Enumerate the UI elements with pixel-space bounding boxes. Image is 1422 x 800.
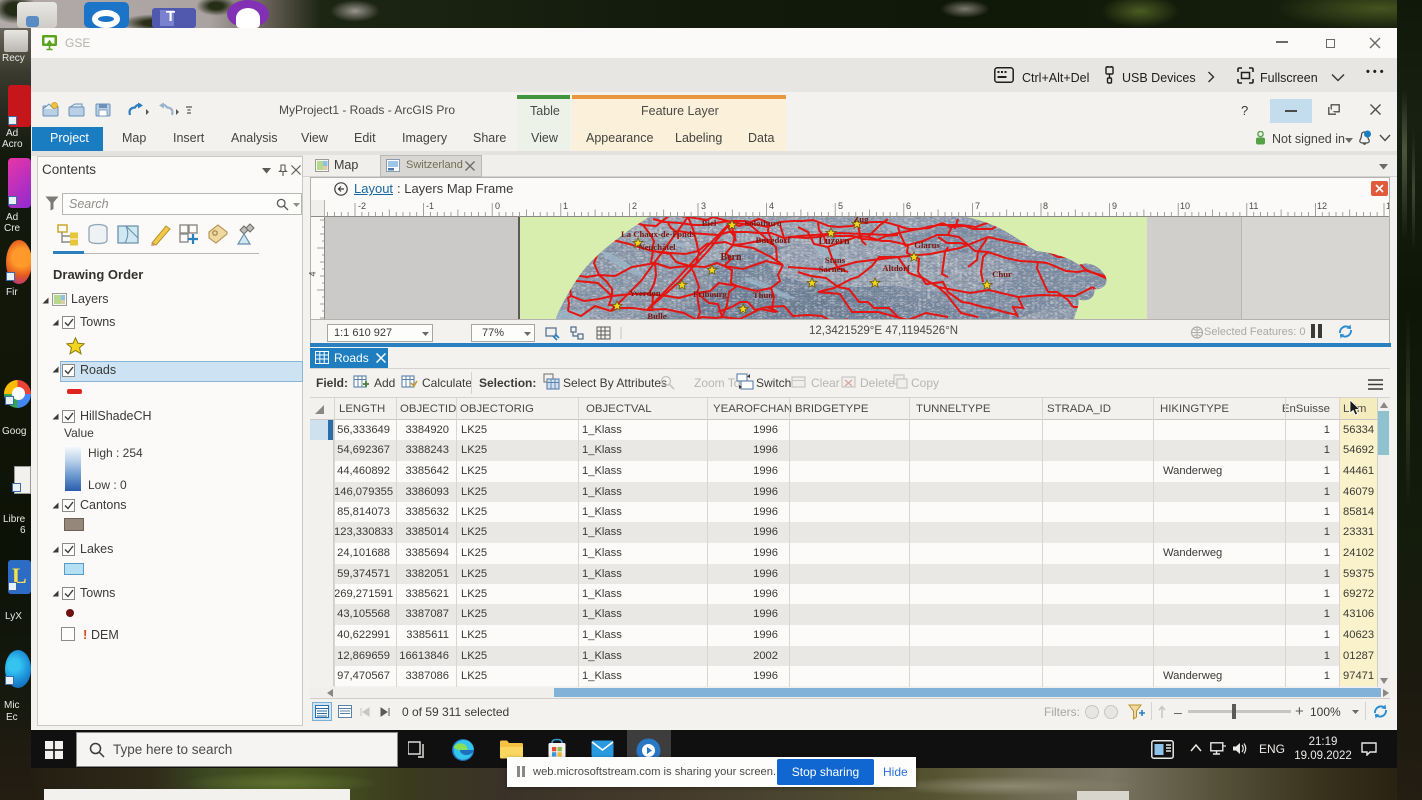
svg-text:Glarus: Glarus [914, 240, 940, 250]
svg-text:3: 3 [701, 201, 706, 211]
svg-text:Biel: Biel [702, 218, 717, 228]
svg-text:0: 0 [495, 201, 500, 211]
svg-text:11: 11 [1249, 201, 1258, 211]
svg-text:1: 1 [563, 201, 568, 211]
svg-text:Bulle: Bulle [647, 311, 666, 319]
svg-text:Zug: Zug [854, 217, 870, 224]
svg-text:Bern: Bern [720, 252, 742, 263]
svg-text:Altdorf: Altdorf [882, 263, 910, 273]
svg-text:-1: -1 [426, 201, 434, 211]
svg-text:12: 12 [1317, 201, 1327, 211]
svg-text:2: 2 [632, 201, 637, 211]
svg-text:Neuchâtel: Neuchâtel [638, 242, 676, 252]
svg-text:6: 6 [906, 201, 911, 211]
svg-text:Thun: Thun [753, 290, 773, 300]
svg-text:Fribourg: Fribourg [693, 289, 727, 299]
svg-text:Sarnen: Sarnen [819, 264, 846, 274]
svg-text:7: 7 [975, 201, 980, 211]
svg-text:Luzern: Luzern [818, 236, 850, 247]
svg-text:13: 13 [1386, 201, 1389, 211]
svg-text:4: 4 [769, 201, 774, 211]
svg-text:La Chaux-de-Fonds: La Chaux-de-Fonds [621, 229, 696, 239]
svg-text:Solothurn: Solothurn [744, 218, 781, 228]
svg-text:Chur: Chur [992, 269, 1012, 279]
svg-text:-2: -2 [358, 201, 366, 211]
svg-text:Burgdorf: Burgdorf [756, 235, 791, 245]
svg-text:Yverdon: Yverdon [629, 288, 661, 298]
svg-text:10: 10 [1180, 201, 1190, 211]
svg-text:5: 5 [838, 201, 843, 211]
svg-text:9: 9 [1112, 201, 1117, 211]
svg-text:8: 8 [1043, 201, 1048, 211]
